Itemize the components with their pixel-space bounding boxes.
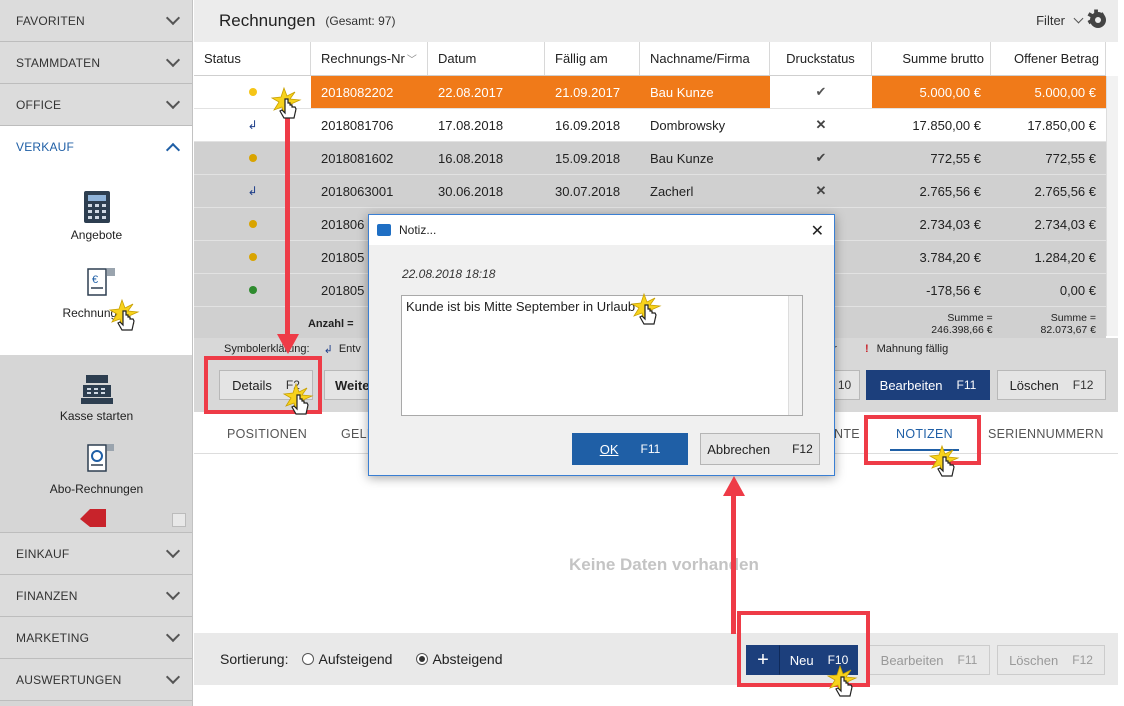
dialog-titlebar: Notiz... bbox=[369, 215, 834, 245]
verkauf-panel-lower: Kasse starten Abo-Rechnungen bbox=[0, 355, 192, 533]
chevron-down-icon bbox=[165, 94, 181, 110]
scroll-down-button[interactable] bbox=[172, 513, 186, 527]
loeschen-button[interactable]: Löschen F12 bbox=[997, 370, 1106, 400]
col-status[interactable]: Status bbox=[194, 42, 311, 75]
nav-marketing[interactable]: MARKETING bbox=[0, 617, 192, 659]
cash-register-icon bbox=[80, 375, 113, 404]
record-count: (Gesamt: 97) bbox=[325, 14, 396, 28]
tile-angebote[interactable]: Angebote bbox=[0, 190, 193, 242]
table-row[interactable]: 2018082202 22.08.2017 21.09.2017 Bau Kun… bbox=[194, 76, 1106, 109]
chevron-down-icon bbox=[165, 669, 181, 685]
annotation-arrow-down bbox=[285, 118, 290, 336]
gear-icon[interactable] bbox=[1086, 5, 1106, 34]
chevron-down-icon bbox=[165, 543, 181, 559]
filter-dropdown[interactable]: Filter bbox=[1036, 13, 1084, 28]
textarea-scrollbar[interactable] bbox=[788, 296, 802, 415]
col-faellig-am[interactable]: Fällig am bbox=[545, 42, 640, 75]
tab-seriennummern[interactable]: SERIENNUMMERN bbox=[988, 427, 1104, 441]
status-dot-icon bbox=[248, 286, 257, 294]
col-nachname-firma[interactable]: Nachname/Firma bbox=[640, 42, 770, 75]
check-icon: ✔ bbox=[815, 150, 827, 165]
cross-icon: ✕ bbox=[815, 183, 827, 198]
chevron-down-icon bbox=[165, 10, 181, 26]
notes-loeschen-button[interactable]: Löschen F12 bbox=[997, 645, 1105, 675]
weiter-button[interactable]: Weite bbox=[324, 370, 372, 400]
nav-favoriten[interactable]: FAVORITEN bbox=[0, 0, 192, 42]
nav-finanzen[interactable]: FINANZEN bbox=[0, 575, 192, 617]
return-arrow-icon: ↲ bbox=[247, 184, 258, 198]
notes-content: Keine Daten vorhanden bbox=[194, 455, 1106, 633]
svg-text:€: € bbox=[92, 274, 98, 286]
close-icon[interactable]: ✕ bbox=[811, 221, 824, 241]
annotation-arrow-up-tip bbox=[723, 476, 745, 496]
sort-asc-radio[interactable]: Aufsteigend bbox=[302, 651, 392, 667]
check-icon: ✔ bbox=[815, 84, 827, 99]
chevron-down-icon bbox=[1073, 13, 1084, 24]
nav-verkauf[interactable]: VERKAUF bbox=[0, 126, 192, 168]
status-dot-icon bbox=[248, 88, 257, 96]
chevron-up-icon bbox=[165, 142, 181, 157]
col-druckstatus[interactable]: Druckstatus bbox=[770, 42, 872, 75]
nav-einkauf[interactable]: EINKAUF bbox=[0, 533, 192, 575]
sidebar: FAVORITEN STAMMDATEN OFFICE VERKAUF Ange… bbox=[0, 0, 193, 706]
exclamation-icon: ! bbox=[864, 343, 869, 355]
notes-bearbeiten-button[interactable]: Bearbeiten F11 bbox=[868, 645, 990, 675]
note-timestamp: 22.08.2018 18:18 bbox=[402, 267, 496, 281]
price-tag-icon bbox=[80, 509, 106, 527]
sort-chevron-icon: ﹀ bbox=[406, 55, 417, 66]
table-row[interactable]: ↲ 2018081706 17.08.2018 16.09.2018 Dombr… bbox=[194, 109, 1106, 142]
tab-nte[interactable]: NTE bbox=[834, 427, 860, 441]
tile-rechnungen[interactable]: € Rechnungen bbox=[0, 266, 193, 320]
note-textarea[interactable]: Kunde ist bis Mitte September in Urlaub bbox=[401, 295, 803, 416]
calculator-icon bbox=[83, 191, 110, 223]
click-cursor-icon bbox=[826, 664, 858, 697]
table-scrollbar[interactable] bbox=[1106, 76, 1118, 336]
return-arrow-icon: ↲ bbox=[323, 343, 333, 356]
col-summe-brutto[interactable]: Summe brutto bbox=[872, 42, 991, 75]
tile-abo-rechnungen[interactable]: Abo-Rechnungen bbox=[0, 442, 193, 496]
click-cursor-icon bbox=[282, 382, 314, 415]
app-icon bbox=[377, 224, 391, 236]
tab-positionen[interactable]: POSITIONEN bbox=[227, 427, 307, 441]
click-cursor-icon bbox=[630, 292, 662, 325]
nav-office[interactable]: OFFICE bbox=[0, 84, 192, 126]
table-row[interactable]: ↲ 2018063001 30.06.2018 30.07.2018 Zache… bbox=[194, 175, 1106, 208]
sort-desc-radio[interactable]: Absteigend bbox=[416, 651, 503, 667]
cross-icon: ✕ bbox=[815, 117, 827, 132]
annotation-arrow-up bbox=[731, 494, 736, 634]
notes-footer: Sortierung: Aufsteigend Absteigend + Neu… bbox=[194, 633, 1118, 685]
col-rechnungs-nr[interactable]: Rechnungs-Nr ﹀ bbox=[311, 42, 428, 75]
status-dot-icon bbox=[248, 220, 257, 228]
annotation-arrow-down-tip bbox=[277, 334, 299, 354]
table-header: Status Rechnungs-Nr ﹀ Datum Fällig am Nac… bbox=[194, 42, 1106, 76]
col-datum[interactable]: Datum bbox=[428, 42, 545, 75]
recurring-invoice-icon bbox=[86, 444, 114, 472]
click-cursor-icon bbox=[270, 86, 302, 119]
status-dot-icon bbox=[248, 154, 257, 162]
page-header: Rechnungen (Gesamt: 97) Filter bbox=[194, 0, 1118, 42]
cancel-button[interactable]: Abbrechen F12 bbox=[700, 433, 820, 465]
nav-stammdaten[interactable]: STAMMDATEN bbox=[0, 42, 192, 84]
col-offener-betrag[interactable]: Offener Betrag bbox=[991, 42, 1106, 75]
page-title: Rechnungen bbox=[219, 11, 316, 30]
nav-auswertungen[interactable]: AUSWERTUNGEN bbox=[0, 659, 192, 701]
verkauf-panel: Angebote € Rechnungen bbox=[0, 168, 192, 355]
tile-kasse-starten[interactable]: Kasse starten bbox=[0, 373, 193, 423]
status-dot-icon bbox=[248, 253, 257, 261]
invoice-euro-icon: € bbox=[86, 268, 115, 296]
chevron-down-icon bbox=[165, 627, 181, 643]
note-dialog: Notiz... ✕ 22.08.2018 18:18 Kunde ist bi… bbox=[368, 214, 835, 476]
ok-button[interactable]: OK F11 bbox=[572, 433, 688, 465]
bearbeiten-button[interactable]: Bearbeiten F11 bbox=[866, 370, 990, 400]
table-row[interactable]: 2018081602 16.08.2018 15.09.2018 Bau Kun… bbox=[194, 142, 1106, 175]
chevron-down-icon bbox=[165, 52, 181, 68]
click-cursor-icon bbox=[108, 298, 140, 331]
chevron-down-icon bbox=[165, 585, 181, 601]
click-cursor-icon bbox=[928, 444, 960, 477]
